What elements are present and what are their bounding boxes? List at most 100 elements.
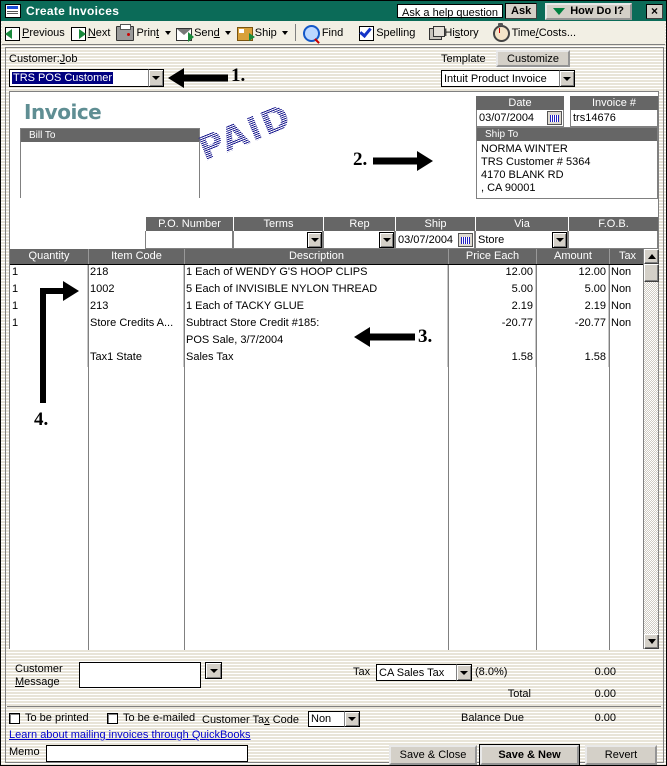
calendar-icon[interactable] xyxy=(547,111,562,125)
po-number-value[interactable] xyxy=(145,231,233,249)
how-do-i-label: How Do I? xyxy=(570,5,624,17)
cell-price-each[interactable]: -20.77 xyxy=(448,316,536,333)
ship-date-field[interactable]: Ship 03/07/2004 xyxy=(395,217,475,249)
via-dropdown-arrow[interactable] xyxy=(552,231,567,248)
cell-price-each[interactable]: 5.00 xyxy=(448,282,536,299)
cell-price-each[interactable]: 1.58 xyxy=(448,350,536,367)
toolbar-spelling-button[interactable]: Spelling xyxy=(356,22,418,44)
cell-tax[interactable]: Non xyxy=(609,316,645,333)
scroll-down-button[interactable] xyxy=(644,634,659,649)
customer-job-value-wrap[interactable]: TRS POS Customer xyxy=(9,69,148,87)
to-be-printed-checkbox[interactable] xyxy=(9,712,20,724)
cell-item-code[interactable]: 1002 xyxy=(88,282,184,299)
customer-tax-code-combo[interactable]: Non xyxy=(308,711,360,727)
customer-message-label: Customer Message xyxy=(15,663,63,688)
fob-value[interactable] xyxy=(568,231,658,249)
cell-tax[interactable]: Non xyxy=(609,265,645,282)
terms-dropdown-arrow[interactable] xyxy=(307,231,322,248)
line-items-body[interactable]: 1 218 1 Each of WENDY G'S HOOP CLIPS 12.… xyxy=(10,264,658,650)
cell-description[interactable]: Sales Tax xyxy=(184,350,448,367)
cell-amount[interactable]: 1.58 xyxy=(536,350,609,367)
scrollbar-thumb[interactable] xyxy=(644,264,659,282)
close-button[interactable]: × xyxy=(646,3,663,19)
cell-item-code[interactable] xyxy=(88,333,184,350)
bill-to-box[interactable]: Bill To xyxy=(20,128,200,210)
ship-to-body[interactable]: NORMA WINTER TRS Customer # 5364 4170 BL… xyxy=(477,141,657,197)
toolbar-time-costs-button[interactable]: Time/Costs... xyxy=(490,22,579,44)
table-row[interactable]: POS Sale, 3/7/2004 xyxy=(10,333,658,350)
table-row[interactable]: 1 218 1 Each of WENDY G'S HOOP CLIPS 12.… xyxy=(10,265,658,282)
customer-job-dropdown-arrow[interactable] xyxy=(148,69,164,87)
send-dropdown-arrow[interactable] xyxy=(223,22,234,44)
tax-code-combo[interactable]: CA Sales Tax xyxy=(376,664,472,681)
cell-amount[interactable]: -20.77 xyxy=(536,316,609,333)
ship-to-box[interactable]: Ship To NORMA WINTER TRS Customer # 5364… xyxy=(476,127,658,199)
revert-button[interactable]: Revert xyxy=(585,745,657,765)
po-number-field[interactable]: P.O. Number xyxy=(145,217,233,249)
cell-description[interactable]: 5 Each of INVISIBLE NYLON THREAD xyxy=(184,282,448,299)
cell-price-each[interactable] xyxy=(448,333,536,350)
to-be-emailed-checkbox[interactable] xyxy=(107,712,118,724)
cell-amount[interactable] xyxy=(536,333,609,350)
cell-description[interactable]: 1 Each of TACKY GLUE xyxy=(184,299,448,316)
toolbar-ship-button[interactable]: Ship xyxy=(234,22,280,44)
toolbar-find-button[interactable]: Find xyxy=(300,22,346,44)
ship-calendar-icon[interactable] xyxy=(458,232,473,247)
table-row[interactable]: Tax1 State Sales Tax 1.58 1.58 xyxy=(10,350,658,367)
customize-button[interactable]: Customize xyxy=(496,50,570,67)
customer-message-dropdown-arrow[interactable] xyxy=(205,662,222,679)
help-question-input[interactable]: Ask a help question xyxy=(397,4,504,19)
cell-description[interactable]: 1 Each of WENDY G'S HOOP CLIPS xyxy=(184,265,448,282)
to-be-printed-row[interactable]: To be printed xyxy=(9,712,89,724)
print-dropdown-arrow[interactable] xyxy=(162,22,173,44)
cell-tax[interactable] xyxy=(609,333,645,350)
template-dropdown-arrow[interactable] xyxy=(559,70,575,87)
table-row[interactable]: 1 1002 5 Each of INVISIBLE NYLON THREAD … xyxy=(10,282,658,299)
cell-amount[interactable]: 2.19 xyxy=(536,299,609,316)
scroll-up-button[interactable] xyxy=(644,249,659,264)
cell-item-code[interactable]: Store Credits A... xyxy=(88,316,184,333)
cell-amount[interactable]: 12.00 xyxy=(536,265,609,282)
cell-item-code[interactable]: Tax1 State xyxy=(88,350,184,367)
table-row[interactable]: 1 213 1 Each of TACKY GLUE 2.19 2.19 Non xyxy=(10,299,658,316)
line-items-scrollbar[interactable] xyxy=(643,249,659,649)
customer-message-input[interactable] xyxy=(79,662,201,688)
rep-field[interactable]: Rep xyxy=(323,217,395,249)
ship-to-line: 4170 BLANK RD xyxy=(481,169,564,181)
save-and-close-button[interactable]: Save & Close xyxy=(389,745,477,765)
customer-job-combo[interactable]: TRS POS Customer xyxy=(9,69,164,87)
toolbar-previous-button[interactable]: Previous xyxy=(2,22,68,44)
cell-tax[interactable] xyxy=(609,350,645,367)
cell-tax[interactable]: Non xyxy=(609,299,645,316)
date-value-row[interactable]: 03/07/2004 xyxy=(476,110,564,127)
how-do-i-button[interactable]: How Do I? xyxy=(545,2,632,20)
ask-button[interactable]: Ask xyxy=(505,3,538,19)
cell-item-code[interactable]: 213 xyxy=(88,299,184,316)
toolbar-send-button[interactable]: Send xyxy=(173,22,223,44)
cell-amount[interactable]: 5.00 xyxy=(536,282,609,299)
date-field[interactable]: Date 03/07/2004 xyxy=(476,96,564,127)
terms-field[interactable]: Terms xyxy=(233,217,323,249)
toolbar-history-button[interactable]: History xyxy=(426,22,481,44)
cell-price-each[interactable]: 12.00 xyxy=(448,265,536,282)
rep-dropdown-arrow[interactable] xyxy=(379,231,394,248)
via-field[interactable]: Via Store xyxy=(475,217,568,249)
to-be-emailed-row[interactable]: To be e-mailed xyxy=(107,712,195,724)
toolbar-next-button[interactable]: Next xyxy=(68,22,114,44)
memo-input[interactable] xyxy=(46,745,248,762)
cell-price-each[interactable]: 2.19 xyxy=(448,299,536,316)
table-row[interactable]: 1 Store Credits A... Subtract Store Cred… xyxy=(10,316,658,333)
toolbar-print-button[interactable]: Print xyxy=(113,22,162,44)
save-and-new-button[interactable]: Save & New xyxy=(479,744,580,766)
customer-tax-code-dropdown-arrow[interactable] xyxy=(344,711,360,727)
ship-dropdown-arrow[interactable] xyxy=(280,22,291,44)
template-combo[interactable]: Intuit Product Invoice xyxy=(441,70,575,87)
fob-field[interactable]: F.O.B. xyxy=(568,217,658,249)
bill-to-body[interactable] xyxy=(21,142,199,210)
invoice-number-field[interactable]: Invoice # trs14676 xyxy=(570,96,658,127)
mailing-invoices-link[interactable]: Learn about mailing invoices through Qui… xyxy=(9,729,251,741)
cell-item-code[interactable]: 218 xyxy=(88,265,184,282)
cell-tax[interactable]: Non xyxy=(609,282,645,299)
tax-code-dropdown-arrow[interactable] xyxy=(456,664,472,681)
invoice-number-value[interactable]: trs14676 xyxy=(570,110,658,127)
